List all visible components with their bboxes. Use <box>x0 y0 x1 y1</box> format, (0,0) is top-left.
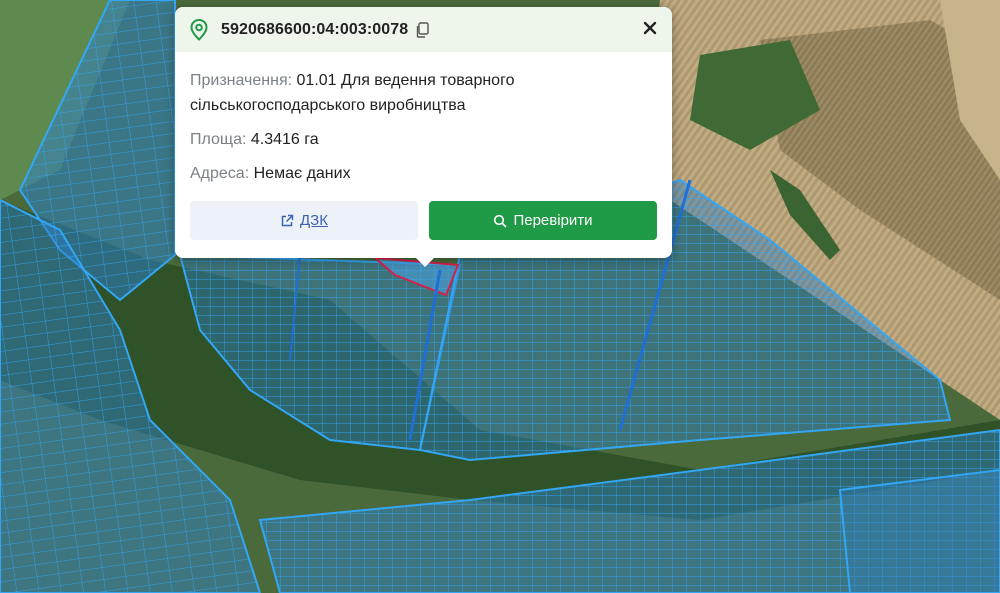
popup-header: 5920686600:04:003:0078 <box>175 7 672 52</box>
dzk-link-button[interactable]: ДЗК <box>190 201 418 240</box>
check-button[interactable]: Перевірити <box>429 201 657 240</box>
area-label: Площа: <box>190 131 247 148</box>
address-label: Адреса: <box>190 165 250 182</box>
cadastral-number: 5920686600:04:003:0078 <box>221 20 409 38</box>
purpose-row: Призначення: 01.01 Для ведення товарного… <box>190 68 657 118</box>
close-button[interactable] <box>636 14 664 42</box>
search-icon <box>494 214 507 227</box>
area-row: Площа: 4.3416 га <box>190 127 657 152</box>
popup-actions: ДЗК Перевірити <box>190 201 657 240</box>
address-row: Адреса: Немає даних <box>190 161 657 186</box>
address-value: Немає даних <box>253 165 351 182</box>
popup-pointer <box>415 257 435 267</box>
popup-body: Призначення: 01.01 Для ведення товарного… <box>175 52 672 240</box>
map-pin-icon <box>189 18 209 41</box>
check-button-label: Перевірити <box>513 212 593 229</box>
external-link-icon <box>281 214 294 226</box>
parcel-info-popup: 5920686600:04:003:0078 Призначення: 01.0… <box>175 7 672 267</box>
parcel-zone-bottom-right[interactable] <box>838 468 1000 593</box>
dzk-button-label: ДЗК <box>300 212 328 229</box>
area-value: 4.3416 га <box>250 131 319 148</box>
close-icon <box>643 21 657 35</box>
purpose-label: Призначення: <box>190 72 293 89</box>
copy-icon[interactable] <box>415 21 429 38</box>
